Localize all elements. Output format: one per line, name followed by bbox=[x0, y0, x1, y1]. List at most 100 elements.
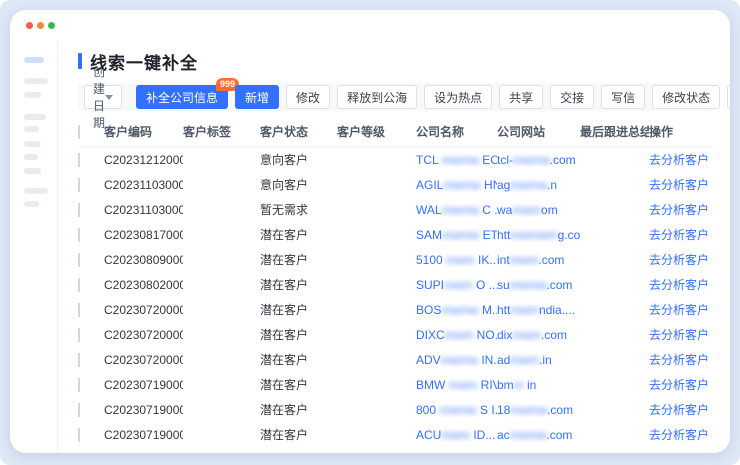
analyze-customer-link[interactable]: 去分析客户 bbox=[649, 153, 709, 167]
analyze-customer-link[interactable]: 去分析客户 bbox=[649, 303, 709, 317]
company-website-link[interactable]: 18mwmw.com bbox=[497, 403, 580, 417]
sidebar-item[interactable] bbox=[24, 141, 41, 147]
company-name[interactable]: TCL mwmw EC... bbox=[416, 153, 497, 167]
customer-status: 潜在客户 bbox=[260, 301, 337, 318]
column-header-level[interactable]: 客户等级 bbox=[337, 123, 416, 140]
sidebar-item[interactable] bbox=[24, 78, 48, 84]
company-website-link[interactable]: httmwmndia.... bbox=[497, 303, 580, 317]
column-header-status[interactable]: 客户状态 bbox=[260, 123, 337, 140]
company-website-link[interactable]: agmwmw.n bbox=[497, 178, 580, 192]
company-website-link[interactable]: httmwmwmg.com bbox=[497, 228, 580, 242]
title-accent-bar bbox=[78, 53, 82, 69]
customer-status: 潜在客户 bbox=[260, 351, 337, 368]
share-button[interactable]: 共享 bbox=[499, 85, 543, 109]
complete-company-info-button[interactable]: 补全公司信息 999 bbox=[136, 85, 228, 109]
row-checkbox[interactable] bbox=[78, 278, 80, 292]
analyze-customer-link[interactable]: 去分析客户 bbox=[649, 328, 709, 342]
zoom-window-icon[interactable] bbox=[48, 22, 55, 29]
column-header-tag[interactable]: 客户标签 bbox=[183, 123, 260, 140]
write-email-button[interactable]: 写信 bbox=[601, 85, 645, 109]
company-website-link[interactable]: wamwmom bbox=[497, 203, 580, 217]
handover-button[interactable]: 交接 bbox=[550, 85, 594, 109]
analyze-customer-link[interactable]: 去分析客户 bbox=[649, 403, 709, 417]
company-name[interactable]: ACUmwm ID... bbox=[416, 428, 497, 442]
row-checkbox[interactable] bbox=[78, 253, 80, 267]
table-row: C202308090001 潜在客户 5100 mwm IK... intmwm… bbox=[78, 247, 714, 272]
analyze-customer-link[interactable]: 去分析客户 bbox=[649, 378, 709, 392]
row-checkbox[interactable] bbox=[78, 403, 80, 417]
customer-code: C202312120001 bbox=[104, 153, 183, 167]
sidebar-item[interactable] bbox=[24, 92, 41, 98]
redacted-text: mwm bbox=[445, 328, 474, 342]
page-title-row: 线索一键补全 bbox=[78, 50, 714, 72]
analyze-customer-link[interactable]: 去分析客户 bbox=[649, 178, 709, 192]
company-website-link[interactable]: dixmwm.com bbox=[497, 328, 580, 342]
company-website-link[interactable]: sumwmw.com bbox=[497, 278, 580, 292]
row-checkbox[interactable] bbox=[78, 203, 80, 217]
company-website-link[interactable]: bmm in bbox=[497, 378, 580, 392]
sidebar-item[interactable] bbox=[24, 201, 39, 207]
row-checkbox[interactable] bbox=[78, 153, 80, 167]
company-name[interactable]: SUPImwm O ... bbox=[416, 278, 497, 292]
table-row: C202307200002 潜在客户 DIXCmwm NO... dixmwm.… bbox=[78, 322, 714, 347]
select-all-checkbox[interactable] bbox=[78, 125, 80, 139]
minimize-window-icon[interactable] bbox=[37, 22, 44, 29]
company-name[interactable]: ADVmwmw IN... bbox=[416, 353, 497, 367]
redacted-text: mwm bbox=[510, 253, 539, 267]
sidebar-item[interactable] bbox=[24, 154, 38, 160]
set-hotspot-button[interactable]: 设为热点 bbox=[424, 85, 492, 109]
redacted-text: mwm bbox=[444, 278, 473, 292]
company-website-link[interactable]: acmwmw.com bbox=[497, 428, 580, 442]
company-name[interactable]: 800 mwmw S I... bbox=[416, 403, 497, 417]
customer-code: C202307190002 bbox=[104, 403, 183, 417]
row-checkbox[interactable] bbox=[78, 228, 80, 242]
sidebar-item[interactable] bbox=[24, 126, 39, 132]
column-header-code[interactable]: 客户编码 bbox=[104, 123, 183, 140]
add-new-button[interactable]: 新增 bbox=[235, 85, 279, 109]
company-name[interactable]: AGILmwmw HN... bbox=[416, 178, 497, 192]
company-name[interactable]: WALmwmw C . bbox=[416, 203, 497, 217]
edit-button[interactable]: 修改 bbox=[286, 85, 330, 109]
page-background: 线索一键补全 创建日期 补全公司信息 999 新增 修改 bbox=[0, 0, 740, 465]
column-header-website[interactable]: 公司网站 bbox=[497, 123, 580, 140]
analyze-customer-link[interactable]: 去分析客户 bbox=[649, 253, 709, 267]
customer-code: C202311030001 bbox=[104, 203, 183, 217]
analyze-customer-link[interactable]: 去分析客户 bbox=[649, 353, 709, 367]
row-checkbox[interactable] bbox=[78, 328, 80, 342]
company-website-link[interactable]: tcl-mwmw.com bbox=[497, 153, 580, 167]
column-header-summary[interactable]: 最后跟进总结 bbox=[580, 123, 649, 140]
release-to-pool-button[interactable]: 释放到公海 bbox=[337, 85, 417, 109]
delete-button[interactable]: 删除 bbox=[727, 85, 730, 109]
row-checkbox[interactable] bbox=[78, 428, 80, 442]
company-name[interactable]: SAMmwmw ET... bbox=[416, 228, 497, 242]
analyze-customer-link[interactable]: 去分析客户 bbox=[649, 428, 709, 442]
customer-status: 暂无需求 bbox=[260, 201, 337, 218]
row-checkbox[interactable] bbox=[78, 178, 80, 192]
sidebar-item[interactable] bbox=[24, 188, 48, 194]
change-status-button[interactable]: 修改状态 bbox=[652, 85, 720, 109]
company-name[interactable]: BOSmwmw M... bbox=[416, 303, 497, 317]
customer-status: 潜在客户 bbox=[260, 251, 337, 268]
company-name[interactable]: 5100 mwm IK... bbox=[416, 253, 497, 267]
row-checkbox[interactable] bbox=[78, 353, 80, 367]
redacted-text: mwmw bbox=[439, 403, 476, 417]
date-filter-select[interactable]: 创建日期 bbox=[84, 85, 122, 109]
analyze-customer-link[interactable]: 去分析客户 bbox=[649, 278, 709, 292]
customer-code: C202307190001 bbox=[104, 428, 183, 442]
company-website-link[interactable]: admwm.in bbox=[497, 353, 580, 367]
redacted-text: mwm bbox=[449, 378, 478, 392]
row-checkbox[interactable] bbox=[78, 303, 80, 317]
redacted-text: mwmw bbox=[442, 153, 479, 167]
close-window-icon[interactable] bbox=[26, 22, 33, 29]
company-name[interactable]: DIXCmwm NO... bbox=[416, 328, 497, 342]
column-header-action[interactable]: 操作 bbox=[649, 123, 714, 140]
sidebar-item[interactable] bbox=[24, 168, 41, 174]
row-checkbox[interactable] bbox=[78, 378, 80, 392]
analyze-customer-link[interactable]: 去分析客户 bbox=[649, 203, 709, 217]
company-name[interactable]: BMW mwm RIV... bbox=[416, 378, 497, 392]
analyze-customer-link[interactable]: 去分析客户 bbox=[649, 228, 709, 242]
company-website-link[interactable]: intmwm.com bbox=[497, 253, 580, 267]
column-header-company[interactable]: 公司名称 bbox=[416, 123, 497, 140]
sidebar-item[interactable] bbox=[24, 114, 46, 120]
sidebar-item-active[interactable] bbox=[24, 57, 44, 63]
